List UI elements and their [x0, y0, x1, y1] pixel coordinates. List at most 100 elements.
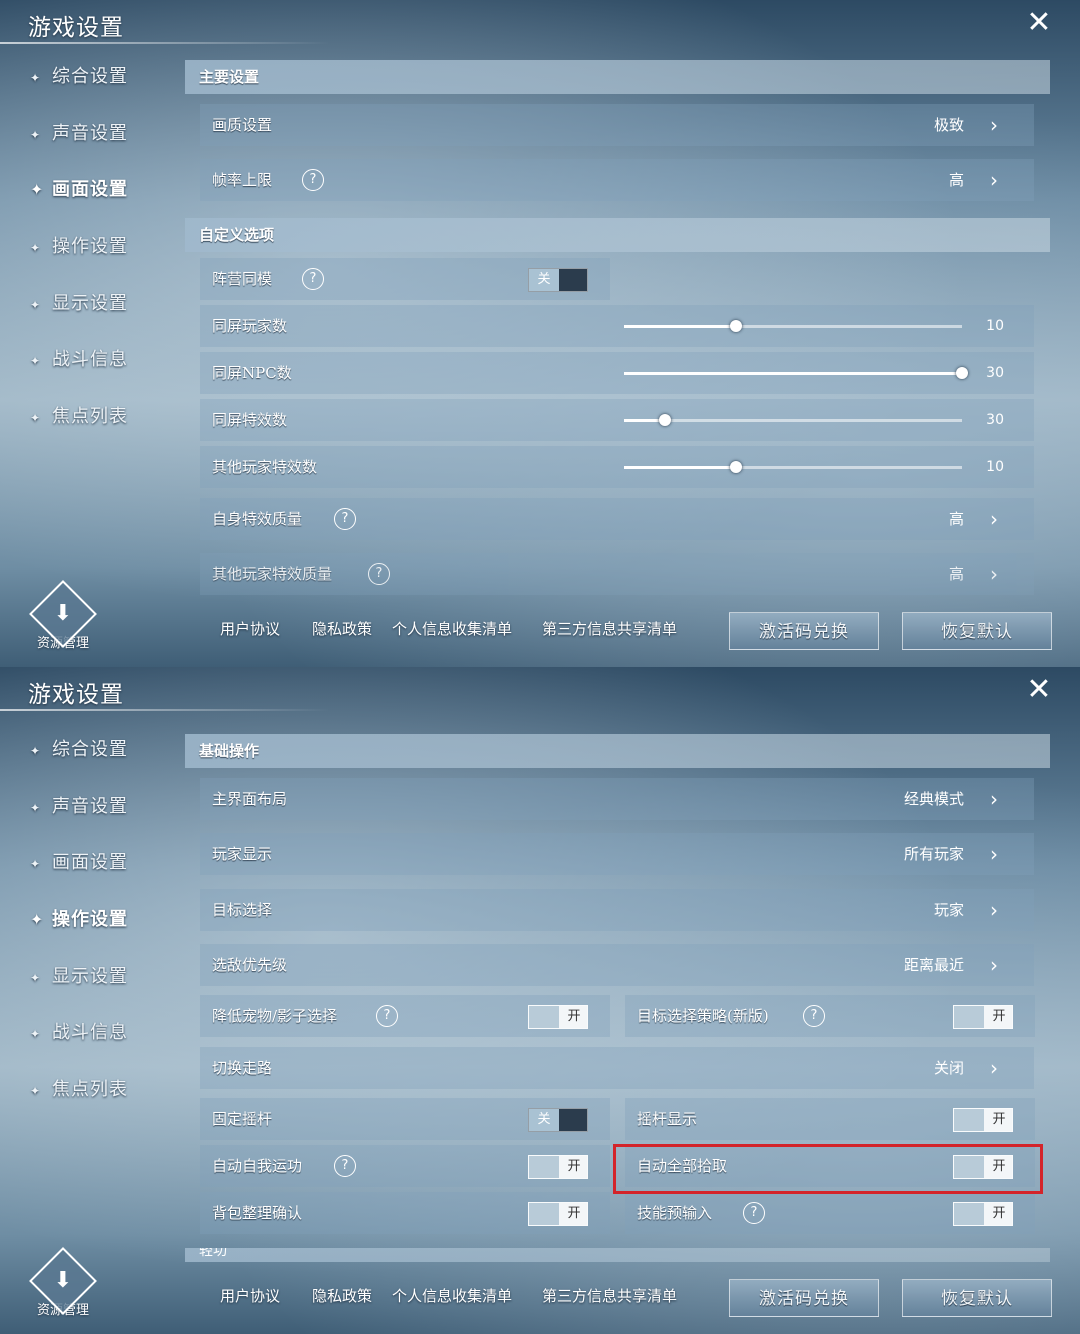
help-icon[interactable]: ?: [334, 508, 356, 530]
sidebar-item-label: 焦点列表: [52, 1079, 128, 1100]
help-icon[interactable]: ?: [368, 563, 390, 585]
setting-row-self-quality[interactable]: 自身特效质量 ? 高 ›: [200, 498, 1034, 540]
link-privacy-policy[interactable]: 隐私政策: [312, 618, 372, 639]
sidebar-item-label: 焦点列表: [52, 406, 128, 427]
restore-default-button[interactable]: 恢复默认: [902, 612, 1052, 650]
sidebar-item-general[interactable]: ✦ 综合设置: [30, 62, 180, 88]
sidebar-item-general[interactable]: ✦ 综合设置: [30, 735, 180, 761]
sidebar-item-focus[interactable]: ✦ 焦点列表: [30, 1075, 180, 1101]
help-icon[interactable]: ?: [803, 1005, 825, 1027]
chevron-right-icon[interactable]: ›: [990, 944, 998, 986]
skill-preinput-toggle[interactable]: 开: [953, 1202, 1013, 1226]
slider-value: 10: [986, 459, 1004, 475]
joystick-display-toggle[interactable]: 开: [953, 1108, 1013, 1132]
sidebar-item-controls[interactable]: ✦ 操作设置: [30, 905, 180, 931]
link-privacy-policy[interactable]: 隐私政策: [312, 1285, 372, 1306]
sidebar-item-label: 显示设置: [52, 293, 128, 314]
link-personal-info[interactable]: 个人信息收集清单: [392, 618, 512, 639]
slider-thumb[interactable]: [729, 320, 742, 332]
resource-manager[interactable]: ⬇ 资源管理: [28, 1247, 98, 1318]
sidebar-item-combat[interactable]: ✦ 战斗信息: [30, 345, 180, 371]
npcs-slider[interactable]: [624, 367, 968, 379]
redeem-code-button[interactable]: 激活码兑换: [729, 1279, 879, 1317]
section-header-basic: 基础操作: [185, 734, 1050, 768]
bag-confirm-toggle[interactable]: 开: [528, 1202, 588, 1226]
sidebar-item-display[interactable]: ✦ 显示设置: [30, 962, 180, 988]
chevron-right-icon[interactable]: ›: [990, 104, 998, 146]
setting-row-player-display[interactable]: 玩家显示 所有玩家 ›: [200, 833, 1034, 875]
help-icon[interactable]: ?: [376, 1005, 398, 1027]
setting-value: 玩家: [933, 901, 964, 919]
slider-value: 30: [986, 365, 1004, 381]
page-title: 游戏设置: [28, 682, 124, 708]
sidebar-item-graphics[interactable]: ✦ 画面设置: [30, 175, 180, 201]
slider-thumb[interactable]: [658, 414, 671, 426]
redeem-code-button[interactable]: 激活码兑换: [729, 612, 879, 650]
link-third-party[interactable]: 第三方信息共享清单: [542, 618, 677, 639]
setting-row-other-quality[interactable]: 其他玩家特效质量 ? 高 ›: [200, 553, 1034, 595]
chevron-right-icon[interactable]: ›: [990, 498, 998, 540]
slider-thumb[interactable]: [729, 461, 742, 473]
setting-row-priority[interactable]: 选敌优先级 距离最近 ›: [200, 944, 1034, 986]
toggle-knob: [529, 1156, 559, 1178]
fixed-joystick-toggle[interactable]: 关: [528, 1108, 588, 1132]
chevron-right-icon[interactable]: ›: [990, 1047, 998, 1089]
link-personal-info[interactable]: 个人信息收集清单: [392, 1285, 512, 1306]
diamond-icon: ✦: [30, 910, 45, 929]
setting-value: 所有玩家: [903, 845, 964, 863]
link-third-party[interactable]: 第三方信息共享清单: [542, 1285, 677, 1306]
chevron-right-icon[interactable]: ›: [990, 553, 998, 595]
chevron-right-icon[interactable]: ›: [990, 833, 998, 875]
sidebar-item-label: 画面设置: [52, 852, 128, 873]
sidebar-item-combat[interactable]: ✦ 战斗信息: [30, 1018, 180, 1044]
sidebar-item-graphics[interactable]: ✦ 画面设置: [30, 848, 180, 874]
setting-label: 选敌优先级: [212, 956, 288, 974]
diamond-icon: ✦: [30, 241, 42, 255]
chevron-right-icon[interactable]: ›: [990, 778, 998, 820]
other-effects-slider[interactable]: [624, 461, 962, 473]
slider-thumb[interactable]: [956, 367, 968, 379]
players-slider[interactable]: [624, 320, 962, 332]
sidebar-item-display[interactable]: ✦ 显示设置: [30, 289, 180, 315]
help-icon[interactable]: ?: [302, 268, 324, 290]
close-icon[interactable]: ✕: [1022, 6, 1056, 40]
toggle-text: 开: [567, 1009, 581, 1024]
toggle-text: 开: [992, 1112, 1006, 1127]
setting-value: 关闭: [933, 1059, 964, 1077]
link-user-agreement[interactable]: 用户协议: [220, 1285, 280, 1306]
help-icon[interactable]: ?: [302, 169, 324, 191]
setting-row-auto-exercise: 自动自我运功 ? 开: [200, 1145, 610, 1187]
chevron-right-icon[interactable]: ›: [990, 889, 998, 931]
lower-pet-toggle[interactable]: 开: [528, 1005, 588, 1029]
setting-row-fps[interactable]: 帧率上限 ? 高 ›: [200, 159, 1034, 201]
sidebar-item-label: 战斗信息: [52, 1022, 128, 1043]
setting-label: 自身特效质量: [212, 510, 303, 528]
camp-toggle[interactable]: 关: [528, 268, 588, 292]
setting-row-players: 同屏玩家数 10: [200, 305, 1034, 347]
help-icon[interactable]: ?: [743, 1202, 765, 1224]
setting-label: 同屏玩家数: [212, 317, 288, 335]
setting-row-quality[interactable]: 画质设置 极致 ›: [200, 104, 1034, 146]
restore-default-button[interactable]: 恢复默认: [902, 1279, 1052, 1317]
help-icon[interactable]: ?: [334, 1155, 356, 1177]
resource-manager[interactable]: ⬇ 资源管理: [28, 580, 98, 651]
section-header-main: 主要设置: [185, 60, 1050, 94]
sidebar-item-sound[interactable]: ✦ 声音设置: [30, 119, 180, 145]
setting-row-layout[interactable]: 主界面布局 经典模式 ›: [200, 778, 1034, 820]
slider-value: 30: [986, 412, 1004, 428]
setting-row-target[interactable]: 目标选择 玩家 ›: [200, 889, 1034, 931]
sidebar-item-focus[interactable]: ✦ 焦点列表: [30, 402, 180, 428]
sidebar-item-label: 操作设置: [52, 236, 128, 257]
sidebar-item-sound[interactable]: ✦ 声音设置: [30, 792, 180, 818]
diamond-icon: ✦: [30, 298, 42, 312]
auto-exercise-toggle[interactable]: 开: [528, 1155, 588, 1179]
effects-slider[interactable]: [624, 414, 962, 426]
setting-row-switch-walk[interactable]: 切换走路 关闭 ›: [200, 1047, 1034, 1089]
chevron-right-icon[interactable]: ›: [990, 159, 998, 201]
setting-label: 画质设置: [212, 116, 273, 134]
sidebar-item-controls[interactable]: ✦ 操作设置: [30, 232, 180, 258]
target-strategy-toggle[interactable]: 开: [953, 1005, 1013, 1029]
close-icon[interactable]: ✕: [1022, 673, 1056, 707]
link-user-agreement[interactable]: 用户协议: [220, 618, 280, 639]
toggle-knob: [954, 1203, 984, 1225]
